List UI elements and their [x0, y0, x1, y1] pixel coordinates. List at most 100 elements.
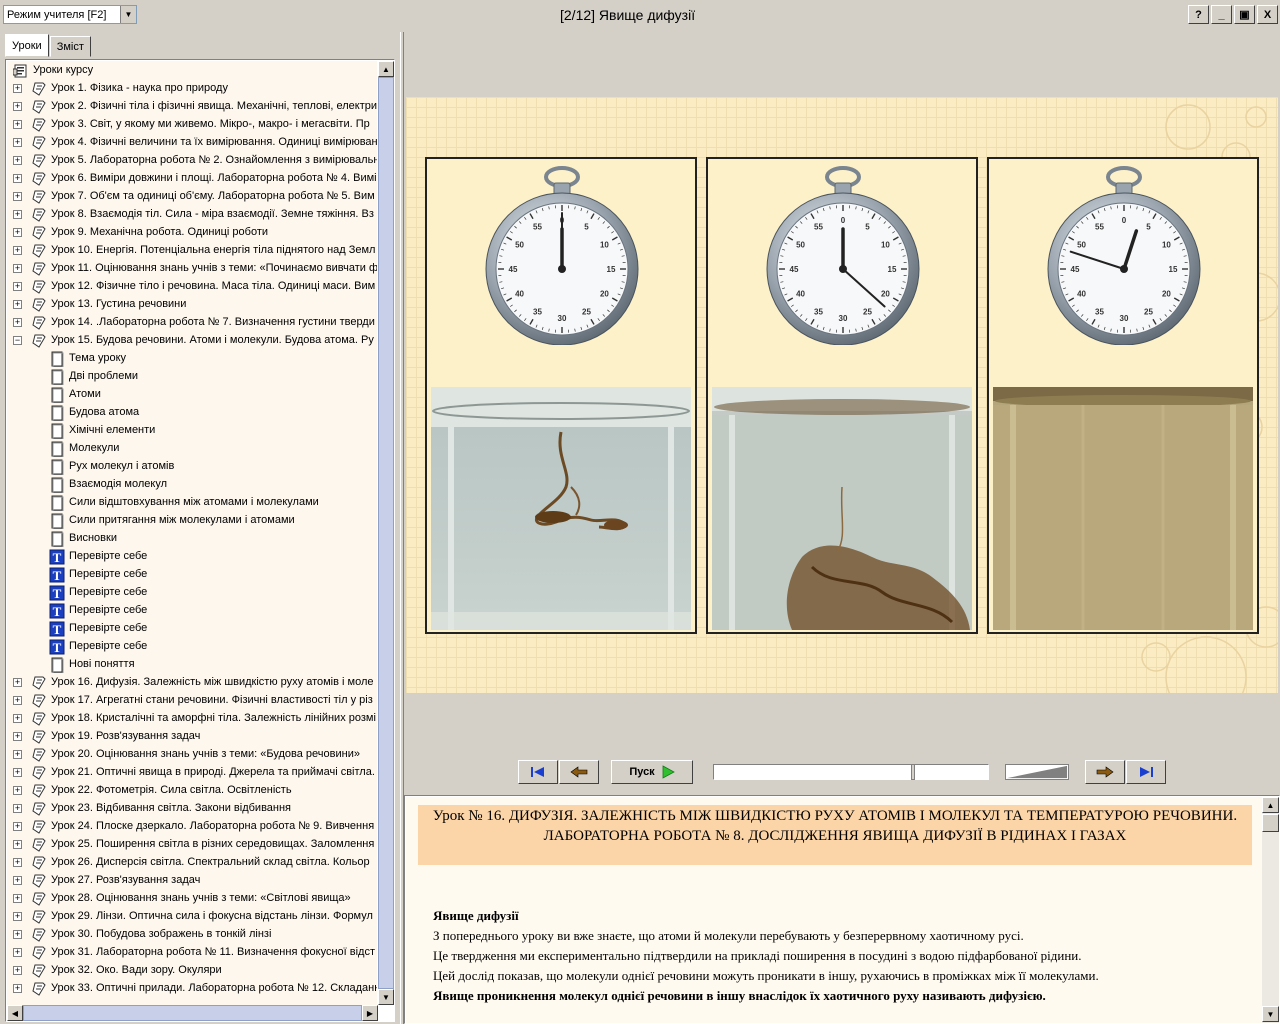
tree-item-lesson[interactable]: + Урок 27. Розв'язування задач: [7, 872, 377, 890]
expand-icon[interactable]: +: [13, 300, 22, 309]
tree-horizontal-scrollbar[interactable]: ◀ ▶: [7, 1005, 378, 1021]
expand-icon[interactable]: +: [13, 804, 22, 813]
expand-icon[interactable]: +: [13, 822, 22, 831]
progress-thumb[interactable]: [911, 764, 915, 780]
chevron-down-icon[interactable]: ▼: [120, 6, 136, 23]
scroll-left-icon[interactable]: ◀: [7, 1005, 23, 1021]
expand-icon[interactable]: +: [13, 174, 22, 183]
scroll-thumb[interactable]: [1262, 814, 1279, 832]
tree-item-topic[interactable]: Будова атома: [7, 404, 377, 422]
expand-icon[interactable]: +: [13, 858, 22, 867]
tree-item-topic[interactable]: Молекули: [7, 440, 377, 458]
expand-icon[interactable]: +: [13, 876, 22, 885]
expand-icon[interactable]: +: [13, 948, 22, 957]
expand-icon[interactable]: +: [13, 102, 22, 111]
expand-icon[interactable]: +: [13, 678, 22, 687]
expand-icon[interactable]: +: [13, 264, 22, 273]
tree-item-topic[interactable]: T Перевірте себе: [7, 602, 377, 620]
scroll-thumb[interactable]: [378, 77, 394, 989]
tree-item-lesson[interactable]: + Урок 13. Густина речовини: [7, 296, 377, 314]
progress-slider[interactable]: [713, 764, 989, 780]
tree-item-lesson[interactable]: + Урок 7. Об'єм та одиниці об'єму. Лабора…: [7, 188, 377, 206]
expand-icon[interactable]: +: [13, 984, 22, 993]
tree-item-lesson[interactable]: + Урок 20. Оцінювання знань учнів з теми:…: [7, 746, 377, 764]
expand-icon[interactable]: +: [13, 84, 22, 93]
expand-icon[interactable]: +: [13, 930, 22, 939]
expand-icon[interactable]: +: [13, 912, 22, 921]
restore-button[interactable]: ▣: [1234, 5, 1255, 24]
expand-icon[interactable]: +: [13, 714, 22, 723]
tree-item-lesson[interactable]: + Урок 17. Агрегатні стани речовини. Фізи…: [7, 692, 377, 710]
tree-item-lesson[interactable]: + Урок 6. Виміри довжини і площі. Лаборат…: [7, 170, 377, 188]
tree-item-lesson[interactable]: + Урок 4. Фізичні величини та їх вимірюва…: [7, 134, 377, 152]
tree-item-topic[interactable]: Хімічні елементи: [7, 422, 377, 440]
tree-item-topic[interactable]: Сили відштовхування між атомами і молеку…: [7, 494, 377, 512]
tree-item-lesson[interactable]: + Урок 32. Око. Вади зору. Окуляри: [7, 962, 377, 980]
expand-icon[interactable]: +: [13, 966, 22, 975]
tree-vertical-scrollbar[interactable]: ▲ ▼: [378, 61, 394, 1005]
tab-lessons[interactable]: Уроки: [5, 34, 49, 57]
tree-item-lesson[interactable]: + Урок 24. Плоске дзеркало. Лабораторна р…: [7, 818, 377, 836]
scroll-right-icon[interactable]: ▶: [362, 1005, 378, 1021]
tree-item-topic[interactable]: Тема уроку: [7, 350, 377, 368]
expand-icon[interactable]: +: [13, 894, 22, 903]
hscroll-thumb[interactable]: [23, 1005, 362, 1021]
tree-item-topic[interactable]: T Перевірте себе: [7, 620, 377, 638]
tree-item-lesson[interactable]: + Урок 31. Лабораторна робота № 11. Визна…: [7, 944, 377, 962]
tree-item-lesson[interactable]: + Урок 3. Світ, у якому ми живемо. Мікро-…: [7, 116, 377, 134]
first-slide-button[interactable]: [518, 760, 558, 784]
tree-item-lesson[interactable]: + Урок 26. Дисперсія світла. Спектральний…: [7, 854, 377, 872]
tree-item-topic[interactable]: T Перевірте себе: [7, 566, 377, 584]
scroll-up-icon[interactable]: ▲: [378, 61, 394, 77]
previous-slide-button[interactable]: [559, 760, 599, 784]
expand-icon[interactable]: +: [13, 768, 22, 777]
tree-item-lesson[interactable]: + Урок 21. Оптичні явища в природі. Джере…: [7, 764, 377, 782]
tree-item-lesson[interactable]: + Урок 30. Побудова зображень в тонкій лі…: [7, 926, 377, 944]
tree-item-lesson[interactable]: + Урок 28. Оцінювання знань учнів з теми:…: [7, 890, 377, 908]
tree-item-topic[interactable]: Сили притягання між молекулами і атомами: [7, 512, 377, 530]
tree-item-lesson[interactable]: + Урок 5. Лабораторна робота № 2. Ознайом…: [7, 152, 377, 170]
tree-item-lesson[interactable]: + Урок 23. Відбивання світла. Закони відб…: [7, 800, 377, 818]
tree-item-lesson[interactable]: + Урок 10. Енергія. Потенціальна енергія …: [7, 242, 377, 260]
scroll-up-icon[interactable]: ▲: [1262, 797, 1279, 813]
last-slide-button[interactable]: [1126, 760, 1166, 784]
tree-item-lesson[interactable]: + Урок 25. Поширення світла в різних сере…: [7, 836, 377, 854]
tree-item-topic[interactable]: T Перевірте себе: [7, 638, 377, 656]
tree-item-lesson[interactable]: + Урок 11. Оцінювання знань учнів з теми:…: [7, 260, 377, 278]
expand-icon[interactable]: +: [13, 120, 22, 129]
tree-item-lesson[interactable]: + Урок 33. Оптичні прилади. Лабораторна р…: [7, 980, 377, 998]
expand-icon[interactable]: +: [13, 786, 22, 795]
volume-slider[interactable]: [1005, 764, 1069, 780]
tree-item-topic[interactable]: Дві проблеми: [7, 368, 377, 386]
tree-item-lesson[interactable]: + Урок 19. Розв'язування задач: [7, 728, 377, 746]
tree-item-lesson[interactable]: + Урок 22. Фотометрія. Сила світла. Освіт…: [7, 782, 377, 800]
tree-item-lesson[interactable]: + Урок 2. Фізичні тіла і фізичні явища. М…: [7, 98, 377, 116]
collapse-icon[interactable]: −: [13, 336, 22, 345]
tree-item-topic[interactable]: T Перевірте себе: [7, 584, 377, 602]
tree-item-lesson[interactable]: + Урок 9. Механічна робота. Одиниці робот…: [7, 224, 377, 242]
tree-item-lesson[interactable]: + Урок 1. Фізика - наука про природу: [7, 80, 377, 98]
tree-item-topic[interactable]: Рух молекул і атомів: [7, 458, 377, 476]
tree-item-lesson[interactable]: + Урок 12. Фізичне тіло і речовина. Маса …: [7, 278, 377, 296]
expand-icon[interactable]: +: [13, 210, 22, 219]
tree-item-lesson-open[interactable]: − Урок 15. Будова речовини. Атоми і молек…: [7, 332, 377, 350]
expand-icon[interactable]: +: [13, 138, 22, 147]
scroll-down-icon[interactable]: ▼: [1262, 1006, 1279, 1022]
minimize-button[interactable]: _: [1211, 5, 1232, 24]
tree-item-topic[interactable]: T Перевірте себе: [7, 548, 377, 566]
mode-select[interactable]: Режим учителя [F2] ▼: [3, 5, 137, 24]
expand-icon[interactable]: +: [13, 318, 22, 327]
tree-item-topic[interactable]: Атоми: [7, 386, 377, 404]
tree-item-lesson[interactable]: + Урок 8. Взаємодія тіл. Сила - міра взає…: [7, 206, 377, 224]
expand-icon[interactable]: +: [13, 696, 22, 705]
scroll-down-icon[interactable]: ▼: [378, 989, 394, 1005]
expand-icon[interactable]: +: [13, 192, 22, 201]
expand-icon[interactable]: +: [13, 246, 22, 255]
expand-icon[interactable]: +: [13, 840, 22, 849]
tree-item-lesson[interactable]: + Урок 18. Кристалічні та аморфні тіла. З…: [7, 710, 377, 728]
expand-icon[interactable]: +: [13, 156, 22, 165]
text-vertical-scrollbar[interactable]: ▲ ▼: [1262, 797, 1279, 1023]
tree-item-lesson[interactable]: + Урок 29. Лінзи. Оптична сила і фокусна …: [7, 908, 377, 926]
tree-item-topic[interactable]: Взаємодія молекул: [7, 476, 377, 494]
expand-icon[interactable]: +: [13, 750, 22, 759]
